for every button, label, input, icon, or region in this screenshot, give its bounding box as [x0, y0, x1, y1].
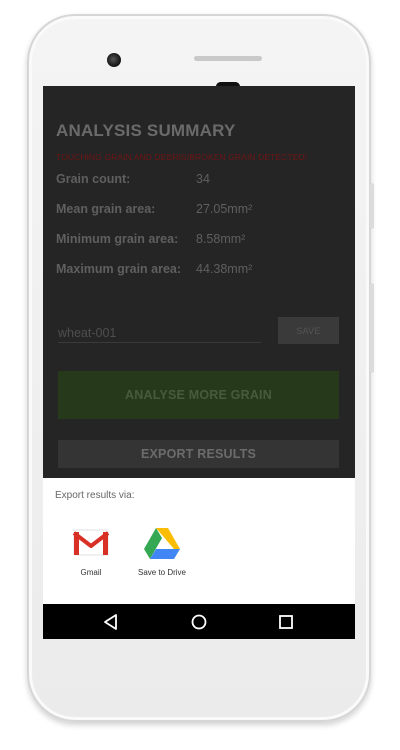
system-navigation-bar: [43, 604, 355, 639]
recents-icon[interactable]: [276, 612, 296, 632]
mean-grain-area-label: Mean grain area:: [56, 202, 156, 216]
share-target-label: Save to Drive: [137, 568, 187, 577]
home-icon[interactable]: [189, 612, 209, 632]
warning-message: TOUCHING GRAIN AND DEBRIS/BROKEN GRAIN D…: [56, 152, 308, 162]
sample-name-input[interactable]: [58, 323, 261, 343]
grain-count-label: Grain count:: [56, 172, 131, 186]
page-title: ANALYSIS SUMMARY: [56, 121, 236, 140]
share-target-label: Gmail: [80, 568, 102, 577]
max-grain-area-value: 44.38mm²: [196, 262, 253, 276]
power-button: [370, 183, 374, 229]
back-icon[interactable]: [101, 612, 121, 632]
export-results-button[interactable]: EXPORT RESULTS: [58, 440, 339, 468]
analyse-more-grain-button[interactable]: ANALYSE MORE GRAIN: [58, 371, 339, 419]
share-sheet-title: Export results via:: [55, 490, 135, 501]
grain-count-value: 34: [196, 172, 210, 186]
front-camera: [107, 53, 121, 67]
google-drive-icon: [144, 528, 180, 559]
phone-screen: ANALYSIS SUMMARY TOUCHING GRAIN AND DEBR…: [43, 86, 355, 639]
speaker-grille: [194, 56, 262, 61]
share-target-gmail[interactable]: Gmail: [61, 522, 121, 582]
min-grain-area-label: Minimum grain area:: [56, 232, 179, 246]
export-share-sheet: Export results via: Gmail Save to Drive: [43, 478, 355, 604]
gmail-icon: [72, 529, 110, 556]
min-grain-area-value: 8.58mm²: [196, 232, 246, 246]
share-target-drive[interactable]: Save to Drive: [132, 522, 192, 582]
analysis-summary-view: ANALYSIS SUMMARY TOUCHING GRAIN AND DEBR…: [43, 86, 355, 478]
volume-button: [370, 283, 374, 373]
mean-grain-area-value: 27.05mm²: [196, 202, 253, 216]
save-button[interactable]: SAVE: [278, 317, 339, 344]
max-grain-area-label: Maximum grain area:: [56, 262, 182, 276]
